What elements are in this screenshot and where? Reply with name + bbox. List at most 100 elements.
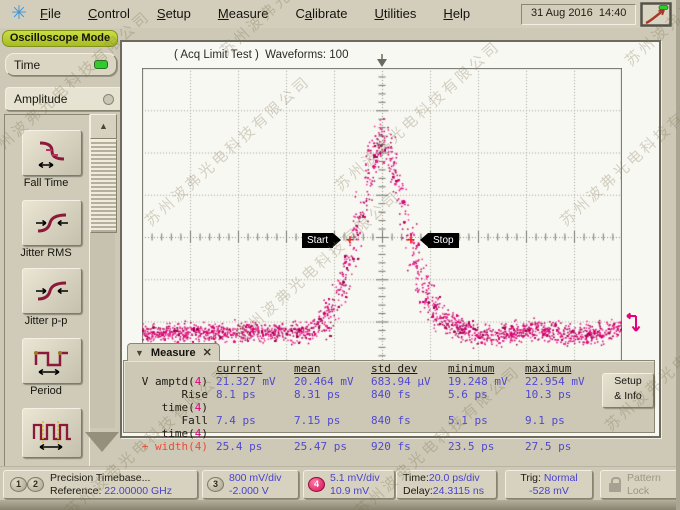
channel-3-status-button[interactable]: 3 800 mV/div -2.000 V [202, 470, 299, 499]
label-accel: U [375, 6, 384, 21]
label-pre: C [295, 6, 304, 21]
channel-1-badge[interactable]: 1 [10, 477, 27, 492]
trigger-status-button[interactable]: Trig: Normal -528 mV [505, 470, 593, 499]
label-accel: M [218, 6, 229, 21]
menu-help[interactable]: Help [443, 6, 470, 21]
menu-utilities[interactable]: Utilities [375, 6, 417, 21]
window-right-edge [676, 0, 680, 510]
ch4-offset: 10.9 mV [330, 485, 380, 498]
cell-value: 840 fs [371, 414, 448, 440]
table-corner [130, 362, 216, 375]
channel-4-badge[interactable]: 4 [308, 477, 325, 492]
pattern-lock-button[interactable]: Pattern Lock [600, 470, 679, 499]
rising-signal-icon [640, 2, 672, 27]
horizontal-reference-marker-icon[interactable] [374, 54, 390, 68]
label-accel: C [88, 6, 97, 21]
cell-value: 7.15 ps [294, 414, 371, 440]
ch3-offset: -2.000 V [229, 485, 282, 498]
cell-value: 5.6 ps [448, 388, 525, 414]
scrollbar-thumb[interactable] [90, 139, 117, 233]
oscilloscope-mode-header: Oscilloscope Mode [2, 30, 118, 47]
cell-value: 21.327 mV [216, 375, 294, 388]
col-header-std-dev: std dev [371, 362, 448, 375]
measure-tab-label: Measure [151, 347, 196, 359]
cell-value: 7.4 ps [216, 414, 294, 440]
menu-control[interactable]: Control [88, 6, 130, 21]
start-marker-flag[interactable]: Start [302, 233, 333, 248]
cell-value: 27.5 ps [525, 440, 603, 453]
fall-time-label: Fall Time [4, 177, 88, 189]
jitter-pp-button[interactable] [22, 268, 82, 314]
category-select-time[interactable]: Time [5, 53, 117, 76]
delay-label: Delay: [403, 485, 433, 497]
label-post: tilities [384, 6, 417, 21]
trig-label: Trig: [520, 472, 544, 484]
label-post: librate [312, 6, 347, 21]
cell-value: 8.31 ps [294, 388, 371, 414]
select-label: Amplitude [14, 92, 103, 106]
label-accel: F [40, 6, 48, 21]
touch-screen-icon-button[interactable] [640, 2, 672, 32]
label-accel: S [157, 6, 166, 21]
cell-value: 8.1 ps [216, 388, 294, 414]
start-crossing-marker: + [346, 233, 354, 248]
cell-value: 9.1 ps [525, 414, 603, 440]
col-header-minimum: minimum [448, 362, 525, 375]
menu-setup[interactable]: Setup [157, 6, 191, 21]
measure-tab[interactable]: ▼ Measure ✕ [127, 343, 220, 361]
period-button[interactable] [22, 338, 82, 384]
jitter-rms-icon [31, 207, 73, 239]
timebase-reference: Reference: 22.00000 GHz [50, 485, 172, 498]
pattern-lock-line2: Lock [627, 485, 661, 498]
ch3-scale: 800 mV/div [229, 472, 282, 485]
time-label: Time: [403, 472, 429, 484]
close-icon[interactable]: ✕ [203, 346, 212, 359]
menu-file[interactable]: File [40, 6, 61, 21]
fall-time-button[interactable] [22, 130, 82, 176]
channel-3-badge[interactable]: 3 [207, 477, 224, 492]
menu-measure[interactable]: Measure [218, 6, 269, 21]
cell-value: 25.4 ps [216, 440, 294, 453]
ch4-scale: 5.1 mV/div [330, 472, 380, 485]
timebase-status-button[interactable]: 1 2 Precision Timebase... Reference: 22.… [3, 470, 198, 499]
label-post: elp [453, 6, 470, 21]
reference-value: 22.00000 GHz [104, 485, 172, 497]
label-text: ) [201, 440, 208, 453]
scroll-up-button[interactable]: ▲ [90, 114, 117, 139]
datetime-display: 31 Aug 2016 14:40 [521, 4, 636, 25]
setup-info-button[interactable]: Setup & Info [602, 373, 654, 408]
acquisition-status-text: ( Acq Limit Test ) Waveforms: 100 [174, 49, 348, 61]
channel-2-badge[interactable]: 2 [27, 477, 44, 492]
stop-marker-flag[interactable]: Stop [428, 233, 459, 248]
collapse-chevron-icon[interactable]: ▼ [135, 348, 144, 358]
timebase-scale-status-button[interactable]: Time:20.0 ps/div Delay:24.3115 ns [396, 470, 497, 499]
time-value: 20.0 ps/div [429, 472, 480, 484]
time-scale-line: Time:20.0 ps/div [403, 472, 484, 485]
cell-value: 22.954 mV [525, 375, 603, 388]
label-text: ) [201, 401, 208, 414]
menu-calibrate[interactable]: Calibrate [295, 6, 347, 21]
window-bottom-edge [0, 500, 680, 510]
label-text: ) [201, 375, 208, 388]
trig-mode: Normal [544, 472, 578, 484]
status-bar: 1 2 Precision Timebase... Reference: 22.… [0, 466, 680, 501]
menu-bar: ✳ File Control Setup Measure Calibrate U… [0, 0, 680, 28]
waveform-position-marker-icon[interactable] [622, 312, 642, 338]
col-header-mean: mean [294, 362, 371, 375]
cell-value: 20.464 mV [294, 375, 371, 388]
scrollbar-trough[interactable] [90, 233, 115, 428]
label-text: ) [201, 427, 208, 440]
scroll-down-button[interactable] [85, 432, 119, 452]
multi-pulse-button[interactable] [22, 408, 82, 458]
jitter-pp-icon [31, 275, 73, 307]
jitter-rms-button[interactable] [22, 200, 82, 246]
label-post: ontrol [97, 6, 130, 21]
oscilloscope-screen: ✳ File Control Setup Measure Calibrate U… [0, 0, 680, 510]
period-icon [31, 345, 73, 377]
multi-pulse-icon [31, 415, 73, 451]
category-select-amplitude[interactable]: Amplitude [5, 87, 123, 111]
channel-4-status-button[interactable]: 4 5.1 mV/div 10.9 mV [303, 470, 395, 499]
cell-value: 920 fs [371, 440, 448, 453]
agilent-spark-icon: ✳ [6, 2, 32, 26]
jitter-rms-label: Jitter RMS [4, 247, 88, 259]
